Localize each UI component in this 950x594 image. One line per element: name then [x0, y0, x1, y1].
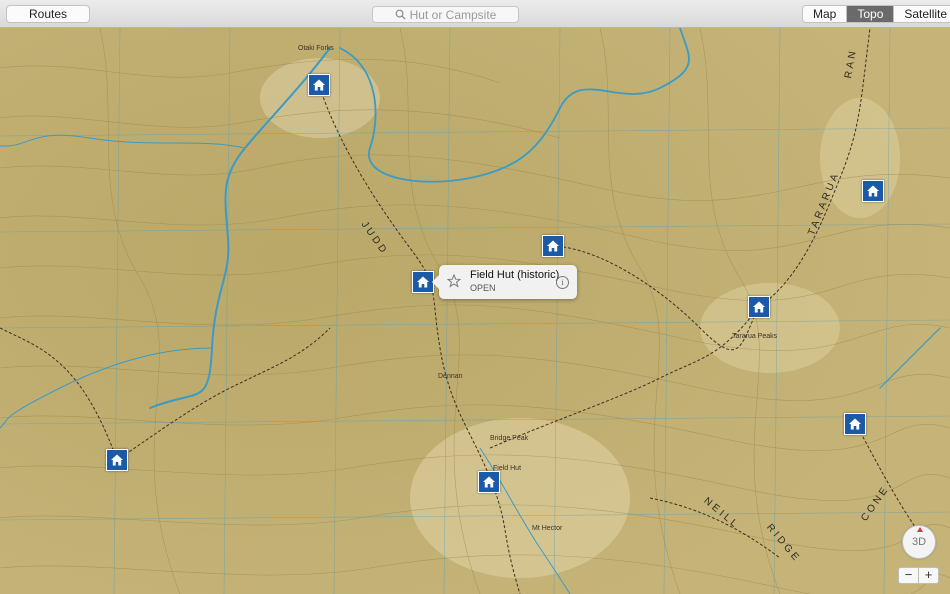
- house-icon: [753, 301, 765, 313]
- search-placeholder: Hut or Campsite: [409, 7, 497, 22]
- routes-button[interactable]: Routes: [6, 5, 90, 23]
- map-label-mt-hector: Mt Hector: [532, 525, 563, 532]
- map-type-satellite[interactable]: Satellite: [893, 6, 950, 22]
- house-icon: [867, 185, 879, 197]
- zoom-out-button[interactable]: −: [899, 568, 918, 583]
- map-type-map[interactable]: Map: [803, 6, 847, 22]
- map-type-topo[interactable]: Topo: [846, 6, 894, 22]
- zoom-controls: − +: [898, 567, 939, 584]
- map-type-selector: Map Topo Satellite: [802, 5, 950, 23]
- map-label-dennan: Dennan: [438, 373, 463, 380]
- 3d-label: 3D: [911, 536, 927, 548]
- zoom-in-button[interactable]: +: [918, 568, 938, 583]
- hut-callout[interactable]: Field Hut (historic) OPEN i: [432, 265, 577, 299]
- info-icon[interactable]: i: [556, 276, 569, 289]
- north-indicator-icon: [917, 527, 923, 532]
- house-icon: [417, 276, 429, 288]
- map-label-tararua-peaks: Tararua Peaks: [732, 333, 778, 340]
- house-icon: [111, 454, 123, 466]
- search-input[interactable]: Hut or Campsite: [372, 6, 519, 23]
- map-label-otaki-forks: Otaki Forks: [298, 45, 334, 52]
- hut-marker[interactable]: [478, 471, 500, 493]
- house-icon: [849, 418, 861, 430]
- search-icon: [395, 9, 406, 20]
- hut-marker[interactable]: [308, 74, 330, 96]
- callout-title: Field Hut (historic): [470, 269, 560, 281]
- toolbar: Routes Hut or Campsite Map Topo Satellit…: [0, 0, 950, 28]
- house-icon: [313, 79, 325, 91]
- star-icon[interactable]: [447, 274, 461, 288]
- hut-marker[interactable]: [106, 449, 128, 471]
- hut-marker[interactable]: [844, 413, 866, 435]
- topo-map[interactable]: Otaki Forks TARARUA RAN NEILL RIDGE CONE…: [0, 28, 950, 594]
- callout-status: OPEN: [470, 283, 496, 293]
- topo-map-background: [0, 28, 950, 594]
- hut-marker-selected[interactable]: [412, 271, 434, 293]
- compass-3d-button[interactable]: 3D: [902, 525, 936, 559]
- hut-marker[interactable]: [542, 235, 564, 257]
- hut-marker[interactable]: [748, 296, 770, 318]
- map-label-bridge-peak: Bridge Peak: [490, 435, 529, 442]
- house-icon: [483, 476, 495, 488]
- house-icon: [547, 240, 559, 252]
- hut-marker[interactable]: [862, 180, 884, 202]
